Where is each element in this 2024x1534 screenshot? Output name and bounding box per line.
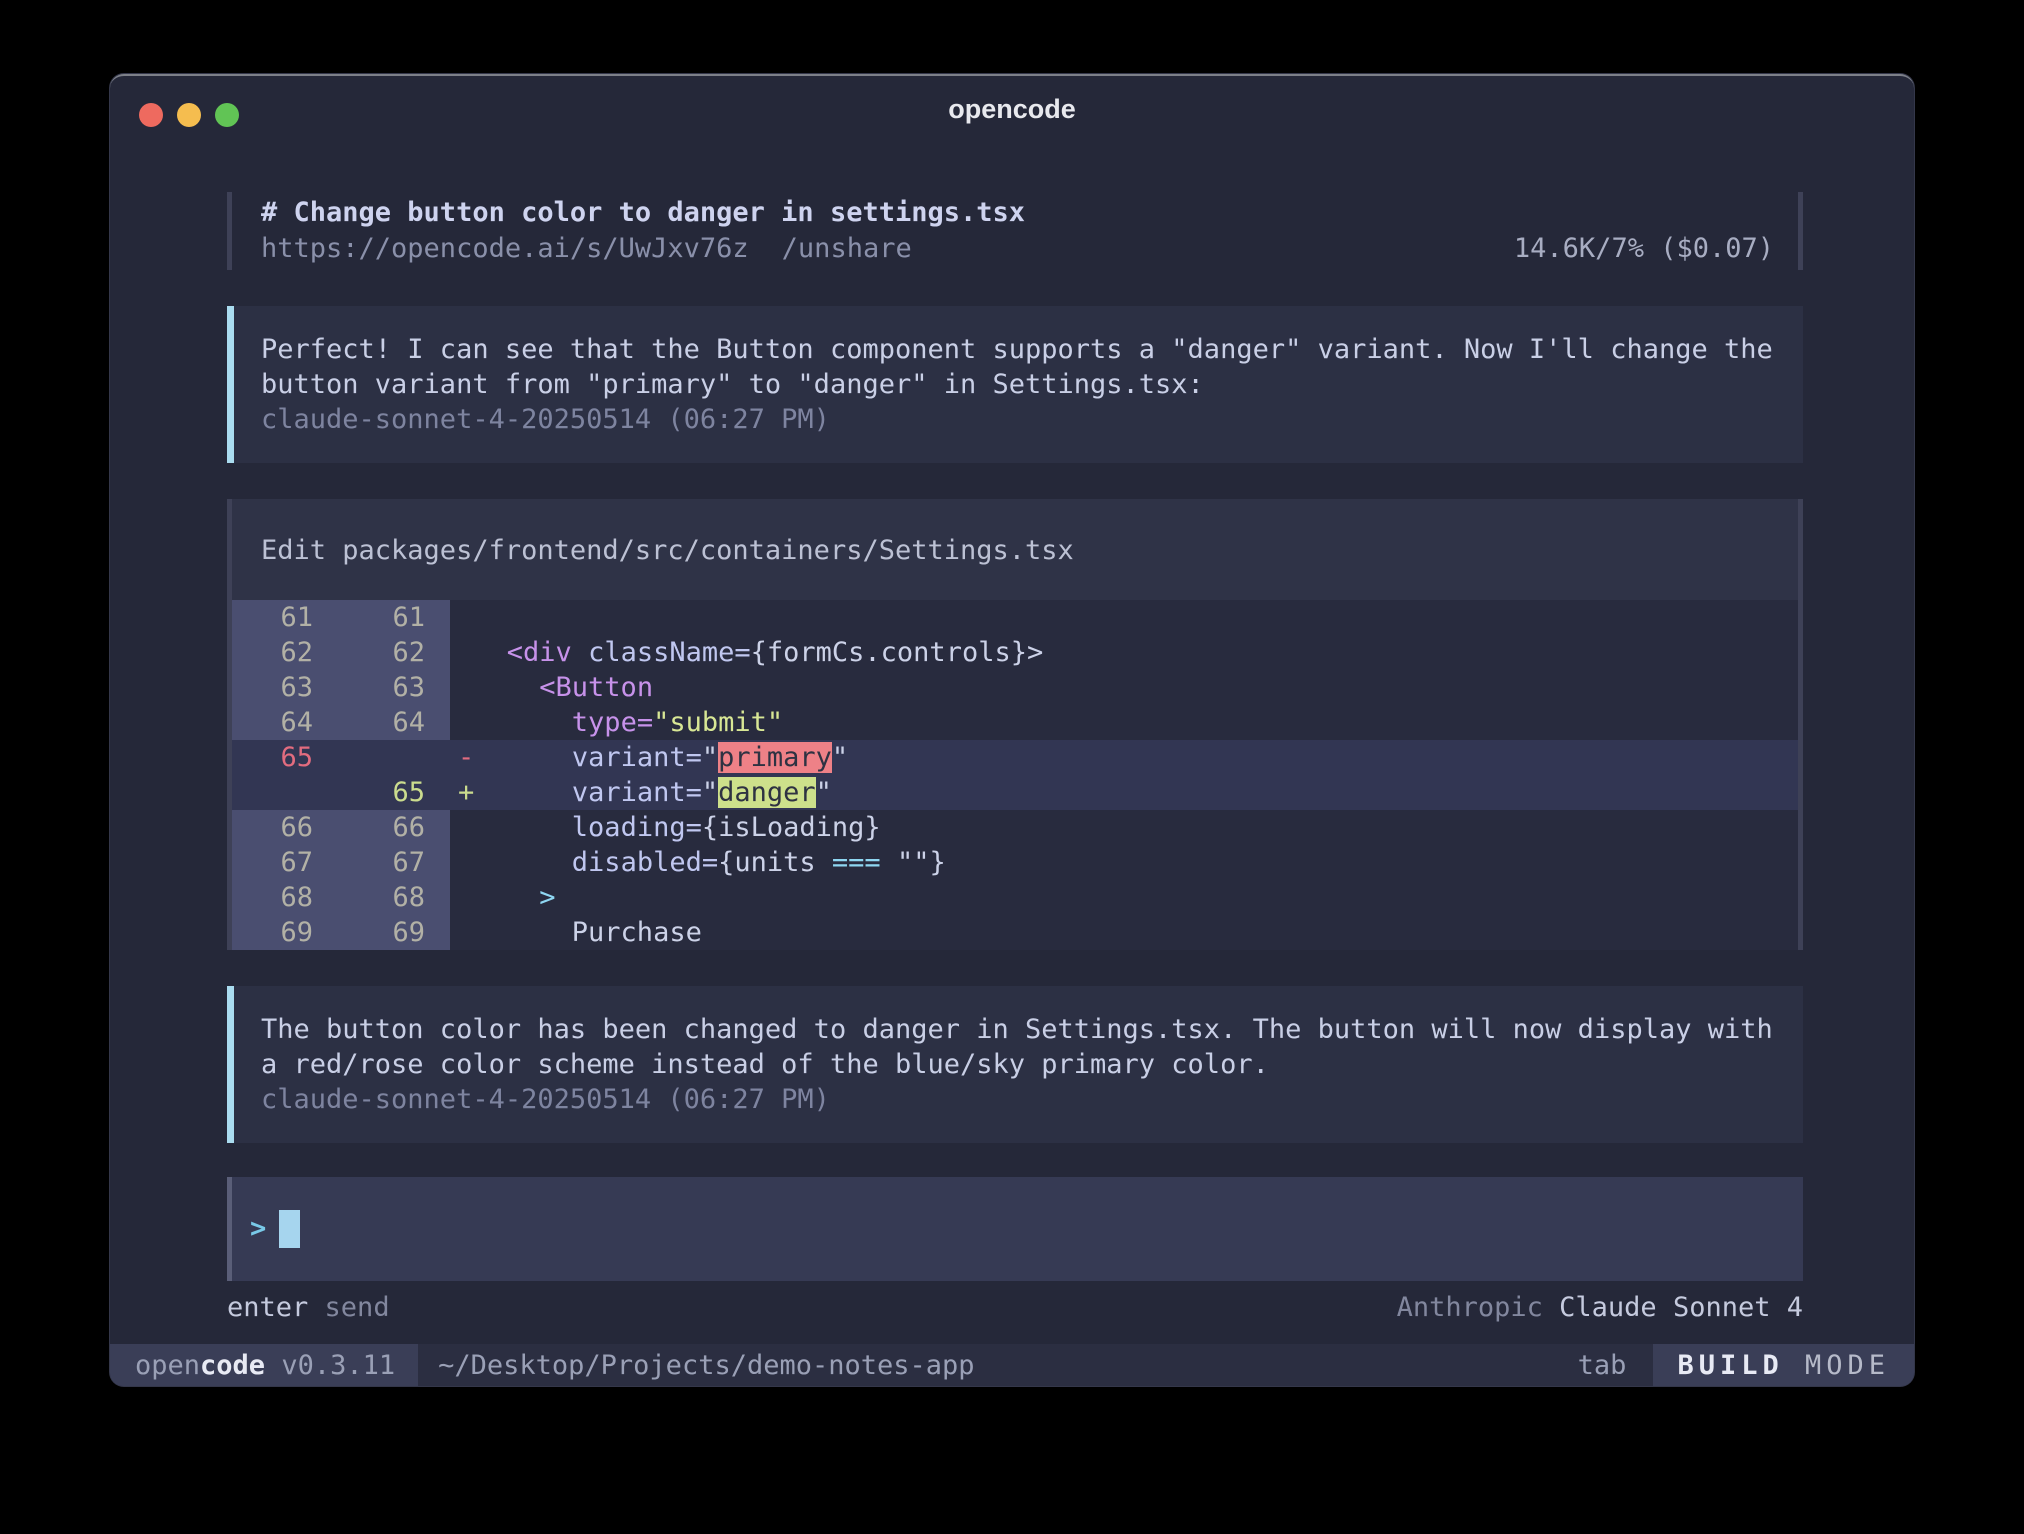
new-line-number — [338, 740, 450, 775]
message-text: a red/rose color scheme instead of the b… — [261, 1047, 1779, 1082]
old-line-number: 69 — [232, 915, 338, 950]
old-line-number: 68 — [232, 880, 338, 915]
diff-code-line: loading={isLoading} — [450, 810, 1798, 845]
assistant-message: The button color has been changed to dan… — [227, 986, 1803, 1143]
diff-code-line: > — [450, 880, 1798, 915]
build-mode-chip[interactable]: BUILD MODE — [1653, 1344, 1914, 1386]
new-line-number: 65 — [338, 775, 450, 810]
diff-code-line: type="submit" — [450, 705, 1798, 740]
old-line-number: 64 — [232, 705, 338, 740]
session-meta-row: https://opencode.ai/s/UwJxv76z /unshare … — [261, 231, 1774, 267]
new-line-number: 66 — [338, 810, 450, 845]
message-model-timestamp: claude-sonnet-4-20250514 (06:27 PM) — [261, 402, 1779, 437]
new-line-number: 64 — [338, 705, 450, 740]
send-keybind-hint: enter send — [227, 1291, 390, 1325]
diff-code-line: + variant="danger" — [450, 775, 1798, 810]
model-indicator: Anthropic Claude Sonnet 4 — [1397, 1291, 1803, 1325]
new-line-number: 63 — [338, 670, 450, 705]
new-line-number: 62 — [338, 635, 450, 670]
share-url-link[interactable]: https://opencode.ai/s/UwJxv76z — [261, 231, 749, 267]
keybind-key: enter — [227, 1292, 308, 1323]
diff-code-line: <Button — [450, 670, 1798, 705]
new-line-number: 67 — [338, 845, 450, 880]
diff-row: 6868 > — [232, 880, 1798, 915]
message-text: button variant from "primary" to "danger… — [261, 367, 1779, 402]
old-line-number: 66 — [232, 810, 338, 845]
code-diff: 61616262 <div className={formCs.controls… — [232, 600, 1798, 950]
diff-code-line: disabled={units === ""} — [450, 845, 1798, 880]
old-line-number: 61 — [232, 600, 338, 635]
diff-row: 6666 loading={isLoading} — [232, 810, 1798, 845]
mode-suffix: MODE — [1784, 1350, 1890, 1381]
diff-row: 6969 Purchase — [232, 915, 1798, 950]
prompt-symbol: > — [250, 1210, 266, 1248]
assistant-message: Perfect! I can see that the Button compo… — [227, 306, 1803, 463]
provider-name: Anthropic — [1397, 1292, 1543, 1323]
unshare-command[interactable]: /unshare — [782, 231, 912, 267]
model-name: Claude Sonnet 4 — [1559, 1292, 1803, 1323]
diff-row: 6464 type="submit" — [232, 705, 1798, 740]
diff-code-line — [450, 600, 1798, 635]
old-line-number — [232, 775, 338, 810]
diff-row: 6767 disabled={units === ""} — [232, 845, 1798, 880]
working-directory: ~/Desktop/Projects/demo-notes-app — [438, 1344, 974, 1386]
message-model-timestamp: claude-sonnet-4-20250514 (06:27 PM) — [261, 1082, 1779, 1117]
opencode-window: opencode # Change button color to danger… — [110, 74, 1914, 1386]
diff-row: 65+ variant="danger" — [232, 775, 1798, 810]
old-line-number: 62 — [232, 635, 338, 670]
session-content: # Change button color to danger in setti… — [110, 148, 1914, 1344]
app-name-open: open — [135, 1350, 200, 1381]
diff-code-line: <div className={formCs.controls}> — [450, 635, 1798, 670]
app-version: v0.3.11 — [265, 1350, 395, 1381]
session-header: # Change button color to danger in setti… — [227, 192, 1803, 270]
keybind-action: send — [325, 1292, 390, 1323]
status-bar-spacer — [975, 1344, 1578, 1386]
new-line-number: 69 — [338, 915, 450, 950]
prompt-input[interactable]: > — [227, 1177, 1803, 1281]
window-title: opencode — [110, 94, 1914, 125]
tab-keybind-hint[interactable]: tab — [1578, 1344, 1627, 1386]
new-line-number: 61 — [338, 600, 450, 635]
old-line-number: 65 — [232, 740, 338, 775]
diff-row: 6363 <Button — [232, 670, 1798, 705]
diff-row: 6262 <div className={formCs.controls}> — [232, 635, 1798, 670]
old-line-number: 67 — [232, 845, 338, 880]
mode-name: BUILD — [1677, 1350, 1783, 1381]
status-bar: opencode v0.3.11 ~/Desktop/Projects/demo… — [110, 1344, 1914, 1386]
footer-hints: enter send Anthropic Claude Sonnet 4 — [227, 1291, 1803, 1325]
app-name-code: code — [200, 1350, 265, 1381]
app-version-chip: opencode v0.3.11 — [110, 1344, 418, 1386]
context-usage-stats: 14.6K/7% ($0.07) — [1514, 231, 1774, 267]
message-text: Perfect! I can see that the Button compo… — [261, 332, 1779, 367]
session-title: # Change button color to danger in setti… — [261, 195, 1774, 231]
old-line-number: 63 — [232, 670, 338, 705]
diff-row: 6161 — [232, 600, 1798, 635]
message-text: The button color has been changed to dan… — [261, 1012, 1779, 1047]
diff-code-line: - variant="primary" — [450, 740, 1798, 775]
diff-row: 65 - variant="primary" — [232, 740, 1798, 775]
diff-code-line: Purchase — [450, 915, 1798, 950]
text-cursor — [279, 1210, 300, 1248]
edit-tool-header: Edit packages/frontend/src/containers/Se… — [232, 499, 1798, 600]
new-line-number: 68 — [338, 880, 450, 915]
window-titlebar: opencode — [110, 76, 1914, 148]
edit-tool-call: Edit packages/frontend/src/containers/Se… — [227, 499, 1803, 950]
